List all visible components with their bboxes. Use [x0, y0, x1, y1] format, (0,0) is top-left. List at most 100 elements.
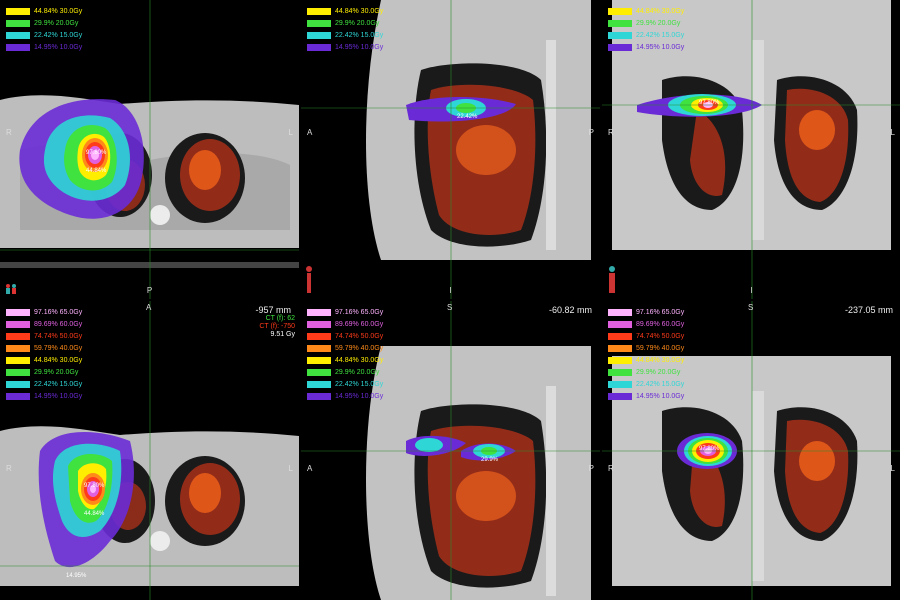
viewport-sagittal-top[interactable]: 22.42% 44.84% 30.0Gy 29.9% 20.0Gy 22.42%… [301, 0, 600, 299]
legend-item: 44.84% 30.0Gy [608, 355, 684, 366]
orientation-right-marker: R [608, 464, 614, 473]
legend-label: 74.74% 50.0Gy [34, 333, 83, 340]
patient-orientation-icon[interactable] [606, 265, 618, 295]
legend-label: 22.42% 15.0Gy [34, 32, 83, 39]
patient-orientation-icon[interactable] [305, 265, 313, 295]
patient-orientation-icon[interactable] [4, 283, 18, 295]
legend-swatch [6, 345, 30, 352]
legend-item: 74.74% 50.0Gy [307, 331, 383, 342]
legend-item: 14.95% 10.0Gy [307, 391, 383, 402]
legend-swatch [6, 357, 30, 364]
isodose-legend: 44.84% 30.0Gy 29.9% 20.0Gy 22.42% 15.0Gy… [6, 6, 82, 54]
legend-label: 44.84% 30.0Gy [34, 357, 83, 364]
probe-ct-value: CT (f): -750 [259, 323, 295, 330]
legend-swatch [608, 321, 632, 328]
legend-swatch [608, 32, 632, 39]
orientation-inferior-marker: I [449, 286, 452, 295]
legend-label: 44.84% 30.0Gy [335, 8, 384, 15]
legend-label: 97.16% 65.0Gy [335, 309, 384, 316]
isodose-label: 97.80% [86, 150, 107, 156]
legend-label: 22.42% 15.0Gy [636, 32, 685, 39]
orientation-posterior-marker: P [588, 128, 594, 137]
legend-item: 29.9% 20.0Gy [6, 18, 82, 29]
legend-item: 22.42% 15.0Gy [6, 379, 82, 390]
legend-label: 22.42% 15.0Gy [34, 381, 83, 388]
legend-item: 29.9% 20.0Gy [307, 367, 383, 378]
legend-label: 89.69% 60.0Gy [34, 321, 83, 328]
probe-readout: CT (f): 62 CT (f): -750 9.51 Gy [259, 315, 295, 339]
probe-ct-value: CT (f): 62 [265, 315, 295, 322]
orientation-anterior-marker: A [146, 303, 152, 312]
legend-item: 14.95% 10.0Gy [307, 42, 383, 53]
viewport-coronal-bottom[interactable]: 97.80% 97.16% 65.0Gy 89.69% 60.0Gy 74.74… [602, 301, 900, 600]
legend-swatch [608, 8, 632, 15]
orientation-right-marker: R [608, 128, 614, 137]
legend-label: 89.69% 60.0Gy [636, 321, 685, 328]
isodose-label: 29.9% [481, 457, 499, 463]
legend-item: 59.79% 40.0Gy [307, 343, 383, 354]
legend-item: 22.42% 15.0Gy [307, 379, 383, 390]
viewport-axial-top[interactable]: 97.80% 44.84% 44.84% 30.0Gy 29.9% 20.0Gy… [0, 0, 299, 299]
legend-swatch [6, 333, 30, 340]
orientation-posterior-marker: P [588, 464, 594, 473]
legend-item: 22.42% 15.0Gy [608, 379, 684, 390]
legend-swatch [307, 393, 331, 400]
legend-label: 29.9% 20.0Gy [335, 20, 380, 27]
slice-position: -957 mm [255, 305, 291, 315]
legend-item: 44.84% 30.0Gy [307, 6, 383, 17]
probe-dose-value: 9.51 Gy [270, 331, 295, 338]
orientation-left-marker: L [890, 128, 895, 137]
legend-item: 29.9% 20.0Gy [608, 367, 684, 378]
orientation-superior-marker: S [748, 303, 754, 312]
legend-item: 97.16% 65.0Gy [307, 307, 383, 318]
isodose-legend: 97.16% 65.0Gy 89.69% 60.0Gy 74.74% 50.0G… [608, 307, 684, 403]
legend-item: 14.95% 10.0Gy [6, 42, 82, 53]
orientation-right-marker: R [6, 464, 12, 473]
orientation-left-marker: L [890, 464, 895, 473]
legend-swatch [6, 309, 30, 316]
orientation-right-marker: R [6, 128, 12, 137]
legend-swatch [307, 381, 331, 388]
legend-item: 97.16% 65.0Gy [608, 307, 684, 318]
legend-swatch [307, 321, 331, 328]
legend-swatch [307, 32, 331, 39]
legend-label: 44.84% 30.0Gy [34, 8, 83, 15]
legend-label: 59.79% 40.0Gy [636, 345, 685, 352]
legend-label: 74.74% 50.0Gy [335, 333, 384, 340]
viewport-sagittal-bottom[interactable]: 29.9% 97.16% 65.0Gy 89.69% 60.0Gy 74.74%… [301, 301, 600, 600]
legend-item: 44.84% 30.0Gy [307, 355, 383, 366]
legend-item: 14.95% 10.0Gy [608, 391, 684, 402]
legend-label: 29.9% 20.0Gy [636, 20, 681, 27]
legend-label: 44.84% 30.0Gy [636, 8, 685, 15]
legend-swatch [608, 393, 632, 400]
legend-swatch [608, 309, 632, 316]
legend-swatch [6, 369, 30, 376]
legend-swatch [608, 333, 632, 340]
legend-swatch [307, 8, 331, 15]
isodose-legend: 44.84% 30.0Gy 29.9% 20.0Gy 22.42% 15.0Gy… [608, 6, 684, 54]
legend-label: 29.9% 20.0Gy [34, 20, 79, 27]
legend-item: 29.9% 20.0Gy [6, 367, 82, 378]
legend-swatch [307, 44, 331, 51]
legend-swatch [307, 357, 331, 364]
legend-item: 22.42% 15.0Gy [6, 30, 82, 41]
legend-swatch [307, 309, 331, 316]
legend-swatch [6, 321, 30, 328]
legend-item: 44.84% 30.0Gy [608, 6, 684, 17]
legend-item: 97.16% 65.0Gy [6, 307, 82, 318]
viewport-axial-bottom[interactable]: 97.80% 44.84% 14.95% 97.16% 65.0Gy 89.69… [0, 301, 299, 600]
legend-swatch [307, 333, 331, 340]
isodose-label: 44.84% [86, 168, 107, 174]
legend-swatch [608, 381, 632, 388]
legend-swatch [608, 369, 632, 376]
orientation-anterior-marker: A [307, 464, 313, 473]
legend-item: 22.42% 15.0Gy [307, 30, 383, 41]
viewport-coronal-top[interactable]: 97.80% 44.84% 30.0Gy 29.9% 20.0Gy 22.42%… [602, 0, 900, 299]
legend-swatch [608, 357, 632, 364]
legend-label: 22.42% 15.0Gy [335, 32, 384, 39]
legend-label: 14.95% 10.0Gy [636, 393, 685, 400]
legend-swatch [608, 20, 632, 27]
legend-swatch [608, 44, 632, 51]
orientation-posterior-marker: P [146, 286, 153, 295]
legend-label: 97.16% 65.0Gy [34, 309, 83, 316]
